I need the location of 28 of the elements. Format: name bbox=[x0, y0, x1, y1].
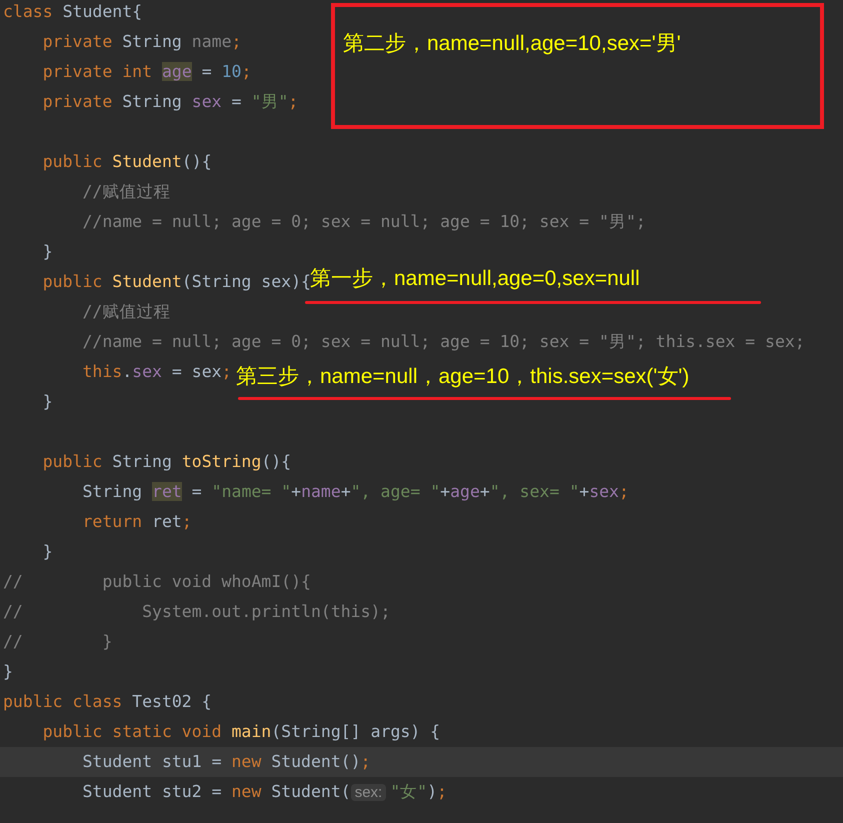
code-line: public static void main(String[] args) { bbox=[42, 721, 440, 743]
code-line: // } bbox=[3, 631, 112, 653]
code-line: //赋值过程 bbox=[81, 181, 170, 203]
code-line: } bbox=[42, 241, 53, 263]
code-line: public Student(){ bbox=[42, 151, 212, 173]
code-line: //name = null; age = 0; sex = null; age = 10; sex = "男"; bbox=[81, 211, 646, 233]
code-line: Student stu1 = new Student(); bbox=[81, 751, 371, 773]
code-line: public class Test02 { bbox=[3, 691, 212, 713]
annotation-text: 第三步，name=null，age=10，this.sex=sex('女') bbox=[236, 364, 690, 390]
code-line: private String sex = "男"; bbox=[42, 91, 298, 113]
code-line: // public void whoAmI(){ bbox=[3, 571, 311, 593]
annotation-text: 第一步，name=null,age=0,sex=null bbox=[310, 266, 640, 292]
code-line: class Student{ bbox=[3, 1, 142, 23]
code-line: Student stu2 = new Student( sex: "女"); bbox=[81, 780, 447, 802]
code-line: } bbox=[42, 391, 53, 413]
code-line: return ret; bbox=[81, 511, 192, 533]
code-line: this.sex = sex; bbox=[81, 361, 232, 383]
code-line: private int age = 10; bbox=[42, 61, 252, 83]
annotation-text: 第二步，name=null,age=10,sex='男' bbox=[343, 32, 681, 55]
code-line: String ret = "name= "+name+", age= "+age+", sex= "+sex; bbox=[81, 481, 629, 503]
code-line: private String name; bbox=[42, 31, 242, 53]
code-line: //赋值过程 bbox=[81, 301, 170, 323]
code-line: // System.out.println(this); bbox=[3, 601, 390, 623]
code-line: public String toString(){ bbox=[42, 451, 292, 473]
code-line: //name = null; age = 0; sex = null; age = 10; sex = "男"; this.sex = sex; bbox=[81, 331, 805, 353]
code-line: } bbox=[3, 661, 13, 683]
code-line: } bbox=[42, 541, 53, 563]
code-line: public Student(String sex){ bbox=[42, 272, 311, 293]
